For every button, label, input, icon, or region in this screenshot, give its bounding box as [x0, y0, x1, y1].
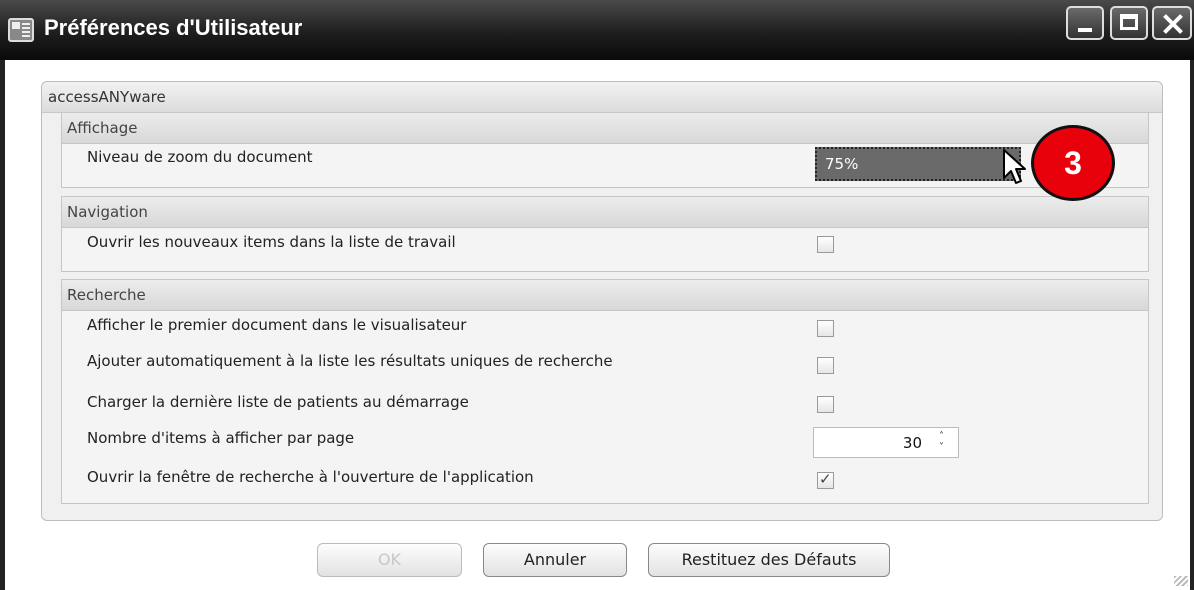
open-search-window-label: Ouvrir la fenêtre de recherche à l'ouver…	[87, 468, 534, 486]
open-items-checkbox[interactable]	[817, 236, 834, 253]
open-search-window-checkbox[interactable]	[817, 470, 834, 489]
section-recherche-title: Recherche	[67, 286, 146, 304]
section-affichage-header	[62, 113, 1148, 144]
auto-add-results-checkbox[interactable]	[817, 357, 834, 374]
load-last-list-checkbox[interactable]	[817, 396, 834, 413]
section-navigation-title: Navigation	[67, 203, 148, 221]
restore-defaults-button[interactable]: Restituez des Défauts	[648, 543, 890, 577]
window-left-border	[0, 60, 5, 590]
panel-header	[42, 82, 1162, 113]
zoom-label: Niveau de zoom du document	[87, 148, 313, 166]
show-first-doc-label: Afficher le premier document dans le vis…	[87, 316, 467, 334]
mouse-pointer-icon	[1003, 149, 1026, 184]
annotation-badge-number: 3	[1064, 145, 1082, 181]
window-app-icon	[8, 18, 34, 42]
minimize-button[interactable]	[1066, 6, 1104, 40]
ok-button[interactable]: OK	[317, 543, 462, 577]
section-recherche-header	[62, 280, 1148, 311]
title-bar[interactable]: Préférences d'Utilisateur	[0, 0, 1194, 60]
annotation-badge: 3	[1031, 125, 1115, 201]
items-per-page-label: Nombre d'items à afficher par page	[87, 429, 355, 447]
load-last-list-label: Charger la dernière liste de patients au…	[87, 393, 469, 411]
zoom-level-dropdown[interactable]: 75%	[815, 147, 1021, 181]
section-affichage-title: Affichage	[67, 119, 138, 137]
items-per-page-spinner[interactable]: 30 ˄ ˅	[813, 427, 959, 458]
resize-grip[interactable]	[1174, 576, 1188, 586]
maximize-button[interactable]	[1110, 6, 1148, 40]
close-button[interactable]	[1152, 6, 1192, 40]
preferences-window: Préférences d'Utilisateur accessANYware …	[0, 0, 1194, 590]
auto-add-results-label: Ajouter automatiquement à la liste les r…	[87, 352, 613, 370]
zoom-level-value: 75%	[825, 155, 859, 173]
window-title: Préférences d'Utilisateur	[44, 15, 303, 40]
open-items-label: Ouvrir les nouveaux items dans la liste …	[87, 233, 456, 251]
section-navigation-header	[62, 197, 1148, 228]
cancel-button[interactable]: Annuler	[483, 543, 627, 577]
show-first-doc-checkbox[interactable]	[817, 320, 834, 337]
items-per-page-value: 30	[902, 434, 922, 452]
chevron-down-icon[interactable]: ˅	[939, 443, 944, 453]
window-right-border	[1190, 60, 1194, 590]
panel-title: accessANYware	[48, 88, 166, 106]
chevron-up-icon[interactable]: ˄	[939, 432, 944, 442]
